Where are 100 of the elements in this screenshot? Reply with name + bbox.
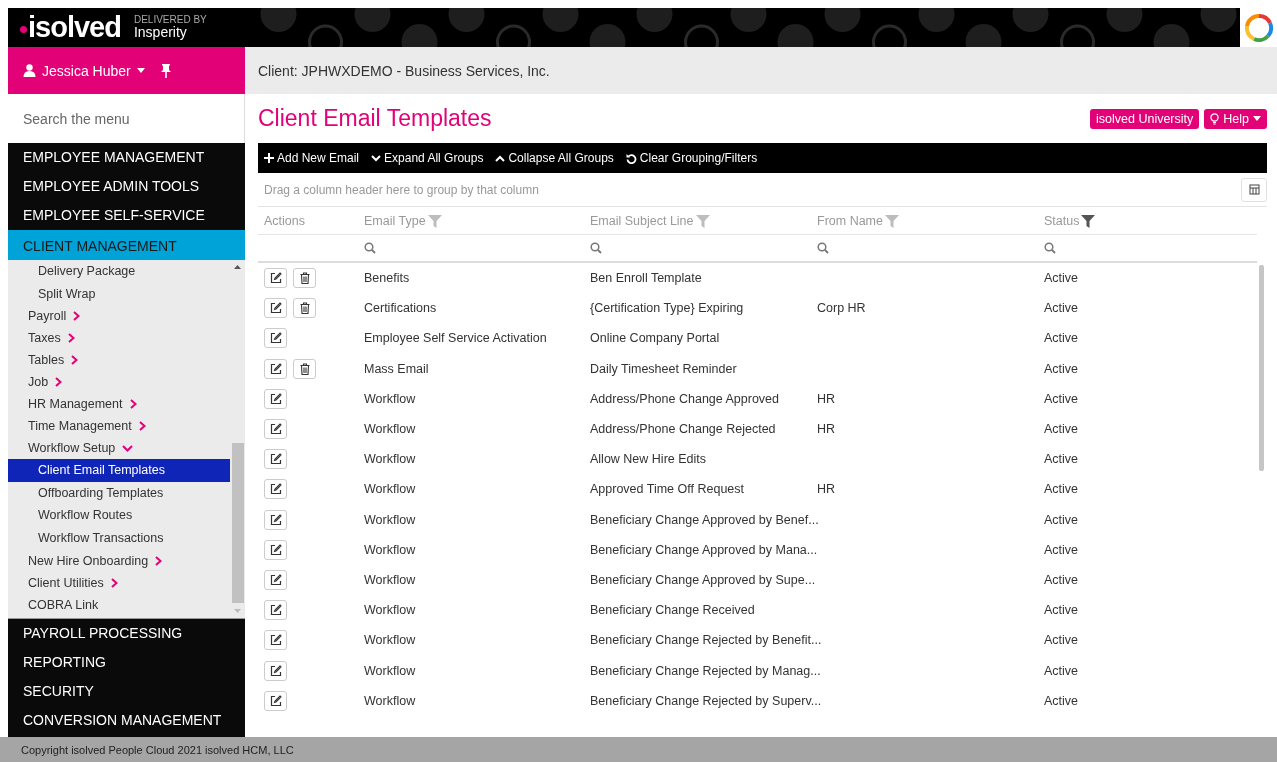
- table-cell: Beneficiary Change Approved by Benef...: [590, 512, 819, 527]
- delete-button[interactable]: [293, 358, 316, 379]
- submenu-item[interactable]: Client Email Templates: [8, 459, 230, 482]
- edit-button[interactable]: [264, 388, 287, 409]
- caret-icon: [136, 68, 145, 73]
- submenu-item[interactable]: Split Wrap: [8, 282, 230, 306]
- table-cell: Beneficiary Change Rejected by Benefit...: [590, 633, 822, 648]
- table-cell: Approved Time Off Request: [590, 482, 745, 497]
- table-cell: Certifications: [364, 301, 437, 316]
- chevron-down-icon: [371, 154, 382, 162]
- table-cell: Beneficiary Change Approved by Mana...: [590, 542, 818, 557]
- submenu-group[interactable]: Taxes: [28, 331, 61, 346]
- table-cell: Ben Enroll Template: [590, 271, 702, 286]
- delete-button[interactable]: [293, 268, 316, 289]
- help-button[interactable]: Help: [1204, 108, 1267, 129]
- edit-button[interactable]: [264, 268, 287, 289]
- user-icon: [23, 64, 36, 77]
- trash-icon: [299, 272, 310, 285]
- edit-button[interactable]: [264, 328, 287, 349]
- table-cell: HR: [817, 482, 836, 497]
- table-cell: Workflow: [364, 482, 416, 497]
- table-cell: Workflow: [364, 452, 416, 467]
- submenu-item[interactable]: Offboarding Templates: [8, 481, 230, 505]
- submenu-group[interactable]: Payroll: [28, 309, 67, 324]
- submenu-group[interactable]: Job: [28, 375, 49, 390]
- edit-icon: [269, 513, 282, 526]
- logo-text: isolved: [28, 11, 121, 44]
- scrollbar-thumb[interactable]: [1259, 265, 1264, 471]
- edit-icon: [269, 392, 282, 405]
- filter-icon[interactable]: [1081, 213, 1096, 228]
- submenu-group[interactable]: New Hire Onboarding: [28, 553, 149, 568]
- submenu-item[interactable]: Workflow Routes: [8, 504, 230, 527]
- table-cell: Workflow: [364, 663, 416, 678]
- menu-section[interactable]: SECURITY: [8, 677, 245, 706]
- table-cell: Active: [1044, 422, 1079, 437]
- toolbar-button[interactable]: Add New Email: [264, 151, 360, 165]
- trash-icon: [299, 302, 310, 315]
- menu-section[interactable]: CLIENT MANAGEMENT: [8, 230, 245, 260]
- submenu-item[interactable]: Delivery Package: [8, 260, 230, 283]
- menu-section[interactable]: EMPLOYEE ADMIN TOOLS: [8, 172, 245, 201]
- edit-icon: [269, 483, 282, 496]
- table-cell: Workflow: [364, 391, 416, 406]
- edit-icon: [269, 543, 282, 556]
- delivered-by-label: DELIVERED BY: [133, 14, 207, 26]
- edit-button[interactable]: [264, 358, 287, 379]
- pin-icon[interactable]: [160, 63, 171, 78]
- edit-icon: [269, 272, 282, 285]
- university-button[interactable]: isolved University: [1090, 108, 1200, 129]
- edit-button[interactable]: [264, 630, 287, 651]
- column-chooser-button[interactable]: [1241, 177, 1267, 202]
- table-cell: Workflow: [364, 542, 416, 557]
- edit-button[interactable]: [264, 539, 287, 560]
- submenu-group[interactable]: Tables: [28, 353, 65, 368]
- submenu-group[interactable]: Workflow Setup: [28, 441, 116, 456]
- edit-button[interactable]: [264, 600, 287, 621]
- edit-button[interactable]: [264, 479, 287, 500]
- table-cell: Workflow: [364, 633, 416, 648]
- table-cell: Active: [1044, 452, 1079, 467]
- edit-button[interactable]: [264, 509, 287, 530]
- edit-icon: [269, 664, 282, 677]
- submenu-group[interactable]: Client Utilities: [28, 575, 104, 590]
- edit-button[interactable]: [264, 419, 287, 440]
- partner-name: Insperity: [133, 25, 188, 41]
- undo-icon: [625, 152, 637, 164]
- search-icon[interactable]: [590, 242, 602, 254]
- ring-logo-icon: [1243, 12, 1274, 43]
- user-menu-button[interactable]: Jessica Huber: [23, 62, 145, 79]
- menu-section[interactable]: EMPLOYEE MANAGEMENT: [8, 143, 245, 172]
- delete-button[interactable]: [293, 298, 316, 319]
- edit-button[interactable]: [264, 690, 287, 711]
- edit-button[interactable]: [264, 298, 287, 319]
- table-cell: Workflow: [364, 422, 416, 437]
- toolbar-button[interactable]: Clear Grouping/Filters: [625, 151, 758, 165]
- table-cell: Active: [1044, 482, 1079, 497]
- edit-button[interactable]: [264, 660, 287, 681]
- table-cell: Benefits: [364, 271, 410, 286]
- submenu-group[interactable]: Time Management: [28, 419, 132, 434]
- submenu-item[interactable]: Workflow Transactions: [8, 526, 230, 550]
- scroll-up-arrow-icon[interactable]: [234, 265, 241, 269]
- submenu-group[interactable]: HR Management: [28, 397, 123, 412]
- edit-button[interactable]: [264, 449, 287, 470]
- edit-button[interactable]: [264, 569, 287, 590]
- table-cell: {Certification Type} Expiring: [590, 301, 744, 316]
- table-cell: Employee Self Service Activation: [364, 331, 547, 346]
- menu-section[interactable]: EMPLOYEE SELF-SERVICE: [8, 201, 245, 230]
- logo-dot-icon: [20, 26, 27, 33]
- search-icon[interactable]: [817, 242, 829, 254]
- table-cell: HR: [817, 422, 836, 437]
- menu-section[interactable]: CONVERSION MANAGEMENT: [8, 706, 245, 735]
- menu-search-field[interactable]: Search the menu: [8, 94, 245, 143]
- menu-section[interactable]: PAYROLL PROCESSING: [8, 619, 245, 648]
- copyright-text: Copyright isolved People Cloud 2021 isolved HCM, LLC: [21, 743, 294, 756]
- toolbar-button[interactable]: Collapse All Groups: [495, 151, 614, 165]
- table-cell: Address/Phone Change Rejected: [590, 422, 776, 437]
- table-cell: Corp HR: [817, 301, 866, 316]
- submenu-group[interactable]: COBRA Link: [28, 597, 99, 612]
- toolbar-button[interactable]: Expand All Groups: [371, 151, 484, 165]
- search-icon[interactable]: [364, 242, 376, 254]
- menu-section[interactable]: REPORTING: [8, 648, 245, 677]
- search-icon[interactable]: [1044, 242, 1056, 254]
